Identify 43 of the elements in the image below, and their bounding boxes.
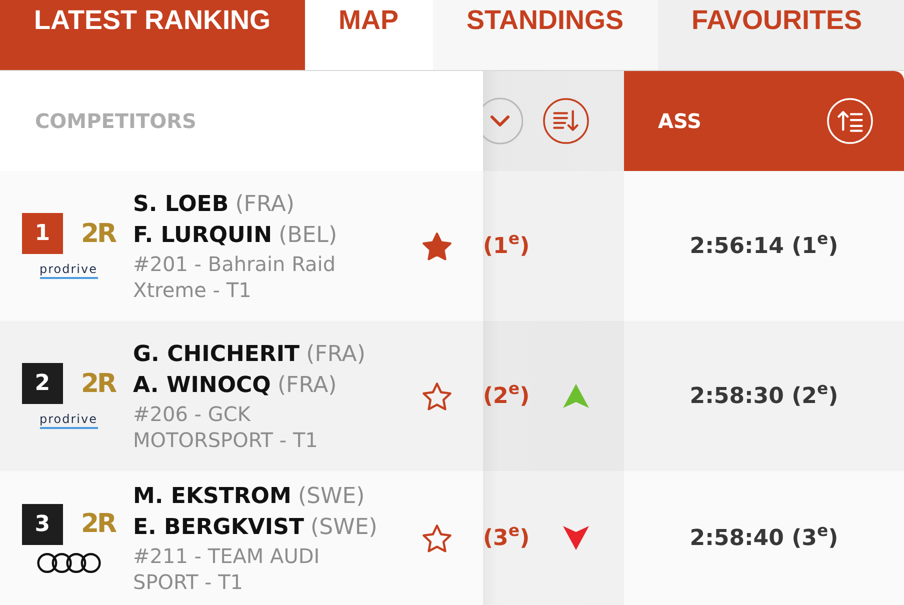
nationality-code: (SWE) xyxy=(298,484,365,509)
brand-logo: 2R xyxy=(80,220,116,247)
entry-text: #201 - Bahrain Raid Xtreme - T1 xyxy=(133,251,337,303)
chevron-down-icon[interactable] xyxy=(483,97,523,145)
time-text: 2:56:14 (1$^{e}$) xyxy=(690,230,838,260)
crew-name: A. WINOCQ xyxy=(133,373,271,398)
team-logo: prodrive xyxy=(40,263,98,279)
crew-name: S. LOEB xyxy=(133,192,229,217)
team-logo: prodrive xyxy=(40,413,98,429)
star-icon[interactable] xyxy=(422,232,452,260)
position-badge: 2 xyxy=(22,363,63,404)
nationality-code: (FRA) xyxy=(306,342,366,367)
position-badge: 3 xyxy=(22,504,63,544)
arrow-down-icon xyxy=(562,525,590,551)
position-badge: 1 xyxy=(22,213,63,254)
star-icon[interactable] xyxy=(422,382,452,410)
sort-ascending-icon[interactable] xyxy=(827,98,873,144)
nationality-code: (FRA) xyxy=(235,192,294,217)
nationality-code: (FRA) xyxy=(277,373,337,398)
entry-text: #206 - GCK MOTORSPORT - T1 xyxy=(133,401,319,453)
time-text: 2:58:40 (3$^{e}$) xyxy=(690,522,838,552)
crew-name: M. EKSTROM xyxy=(133,484,292,509)
sort-descending-icon[interactable] xyxy=(543,98,589,144)
entry-text: #211 - TEAM AUDI SPORT - T1 xyxy=(133,543,321,595)
nationality-code: (BEL) xyxy=(278,223,338,248)
crew-name: G. CHICHERIT xyxy=(133,342,300,367)
brand-logo: 2R xyxy=(80,511,116,537)
arrow-up-icon xyxy=(562,383,590,409)
tab[interactable]: LATEST RANKING xyxy=(0,0,304,70)
tab[interactable]: FAVOURITES xyxy=(658,0,904,70)
column-header: COMPETITORS xyxy=(35,108,196,135)
time-text: 2:58:30 (2$^{e}$) xyxy=(690,380,838,410)
position-text: (2$^{e}$) xyxy=(483,380,530,410)
rings-icon xyxy=(36,552,100,572)
crew-name: E. BERGKVIST xyxy=(133,515,304,540)
crew-name: F. LURQUIN xyxy=(133,223,272,248)
tab[interactable]: STANDINGS xyxy=(432,0,658,70)
position-text: (1$^{e}$) xyxy=(483,230,530,260)
position-text: (3$^{e}$) xyxy=(483,522,530,552)
nationality-code: (SWE) xyxy=(310,515,378,540)
star-icon[interactable] xyxy=(422,524,452,552)
brand-logo: 2R xyxy=(80,370,116,397)
column-header: ASS xyxy=(658,108,702,135)
